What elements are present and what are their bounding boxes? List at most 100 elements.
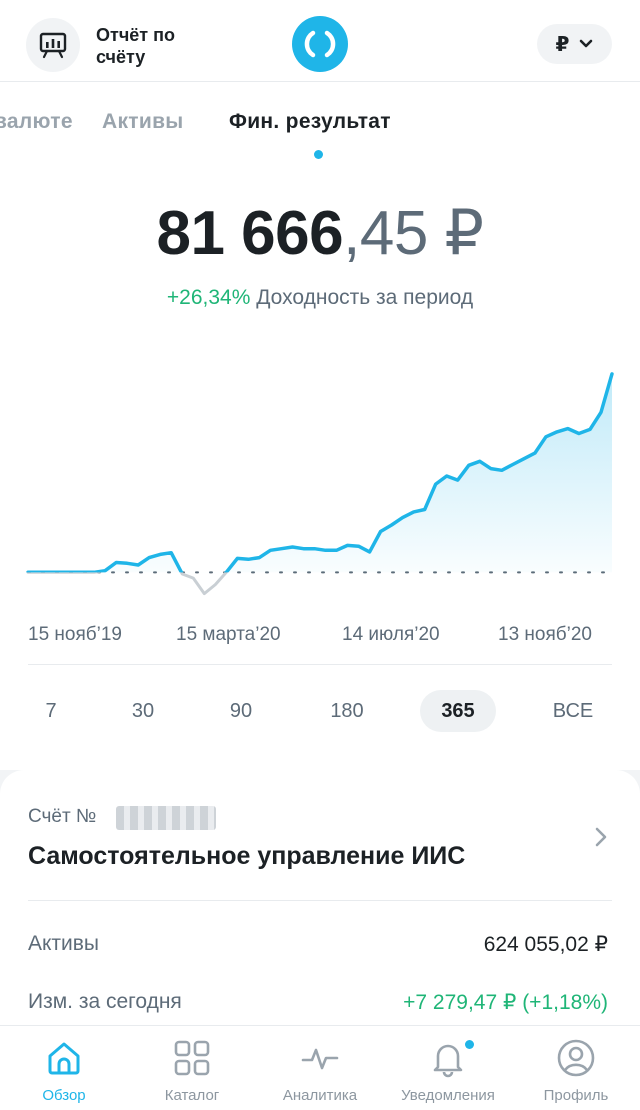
- chart-point: [48, 570, 52, 574]
- chart-point: [202, 592, 206, 596]
- financial-result-value: 81 666,45 ₽: [0, 196, 640, 269]
- nav-label: Аналитика: [282, 1087, 358, 1104]
- nav-profile[interactable]: Профиль: [512, 1026, 640, 1110]
- chart-point: [224, 570, 228, 574]
- chart-point: [114, 561, 118, 565]
- yield-label: Доходность за период: [256, 286, 474, 309]
- divider: [28, 900, 612, 901]
- period-365[interactable]: 365: [420, 690, 496, 732]
- value-integer: 81 666: [156, 199, 344, 268]
- presentation-chart-icon: [39, 32, 67, 59]
- chart-point: [599, 410, 603, 414]
- chart-point: [59, 570, 63, 574]
- active-tab-indicator: [314, 150, 323, 159]
- chart-point: [335, 548, 339, 552]
- chevron-right-icon[interactable]: [594, 826, 608, 848]
- chart-point: [180, 572, 184, 576]
- chart-point: [103, 569, 107, 573]
- account-name[interactable]: Самостоятельное управление ИИС: [28, 842, 465, 871]
- nav-overview[interactable]: Обзор: [0, 1026, 128, 1110]
- pulse-icon: [301, 1048, 339, 1070]
- yield-chart[interactable]: [0, 340, 640, 610]
- chart-point: [357, 544, 361, 548]
- chart-point: [500, 468, 504, 472]
- value-fraction: ,45 ₽: [343, 199, 484, 268]
- report-button[interactable]: [26, 18, 80, 72]
- chart-point: [467, 463, 471, 467]
- period-180[interactable]: 180: [320, 690, 374, 732]
- chart-point: [489, 467, 493, 471]
- currency-symbol: ₽: [555, 33, 570, 56]
- chart-point: [312, 547, 316, 551]
- chart-point: [92, 570, 96, 574]
- bell-icon: [433, 1044, 463, 1078]
- yield-percent: +26,34%: [166, 286, 251, 309]
- grid-icon: [174, 1040, 210, 1076]
- chart-point: [478, 459, 482, 463]
- chart-point: [136, 563, 140, 567]
- yield-line: +26,34% Доходность за период: [0, 286, 640, 310]
- nav-label: Уведомления: [401, 1087, 495, 1104]
- chart-point: [566, 427, 570, 431]
- period-90[interactable]: 90: [218, 690, 264, 732]
- chart-point: [368, 550, 372, 554]
- chart-point: [26, 570, 30, 574]
- tab-assets[interactable]: Активы: [102, 110, 184, 134]
- chart-point: [324, 548, 328, 552]
- chart-point: [379, 530, 383, 534]
- nav-notifications[interactable]: Уведомления: [384, 1026, 512, 1110]
- chart-point: [533, 451, 537, 455]
- app-logo-icon: [304, 30, 336, 58]
- chart-point: [257, 556, 261, 560]
- chart-point: [279, 547, 283, 551]
- chart-point: [577, 432, 581, 436]
- chart-point: [191, 576, 195, 580]
- chart-point: [423, 507, 427, 511]
- chart-point: [544, 435, 548, 439]
- chart-point: [125, 561, 129, 565]
- notification-badge: [465, 1040, 474, 1049]
- chart-point: [246, 557, 250, 561]
- chart-point: [158, 552, 162, 556]
- x-tick-label: 15 нояб’19: [28, 624, 122, 645]
- chart-point: [70, 570, 74, 574]
- x-tick-label: 15 марта’20: [176, 624, 281, 645]
- account-number-label: Счёт №: [28, 806, 97, 827]
- nav-label: Обзор: [42, 1087, 86, 1104]
- period-30[interactable]: 30: [120, 690, 166, 732]
- nav-catalog[interactable]: Каталог: [128, 1026, 256, 1110]
- x-tick-label: 14 июля’20: [342, 624, 440, 645]
- chart-point: [37, 570, 41, 574]
- nav-analytics[interactable]: Аналитика: [256, 1026, 384, 1110]
- change-today-value: +7 279,47 ₽ (+1,18%): [403, 991, 608, 1014]
- chart-point: [213, 583, 217, 587]
- app-logo: [292, 16, 348, 72]
- period-7[interactable]: 7: [30, 690, 72, 732]
- chart-point: [511, 463, 515, 467]
- tab-currency[interactable]: валюте: [0, 110, 73, 134]
- chart-point: [268, 548, 272, 552]
- report-label[interactable]: Отчёт по счёту: [96, 24, 216, 68]
- nav-label: Профиль: [543, 1087, 609, 1104]
- chart-point: [610, 372, 614, 376]
- chart-point: [445, 474, 449, 478]
- chart-point: [301, 547, 305, 551]
- chart-point: [147, 556, 151, 560]
- chart-point: [390, 523, 394, 527]
- home-icon: [48, 1042, 80, 1075]
- account-number-redacted: [116, 806, 216, 830]
- chart-point: [401, 516, 405, 520]
- tab-financial-result[interactable]: Фин. результат: [229, 110, 391, 134]
- change-today-label: Изм. за сегодня: [28, 990, 182, 1013]
- period-all[interactable]: ВСЕ: [542, 690, 604, 732]
- chart-point: [434, 482, 438, 486]
- chart-point: [555, 430, 559, 434]
- chart-point: [588, 427, 592, 431]
- currency-selector[interactable]: ₽: [537, 24, 612, 64]
- nav-label: Каталог: [164, 1087, 220, 1104]
- chart-point: [522, 457, 526, 461]
- bottom-navigation: Обзор Каталог Аналитика Уведомления Проф…: [0, 1025, 640, 1110]
- chart-point: [169, 551, 173, 555]
- chart-point: [235, 556, 239, 560]
- divider: [28, 664, 612, 665]
